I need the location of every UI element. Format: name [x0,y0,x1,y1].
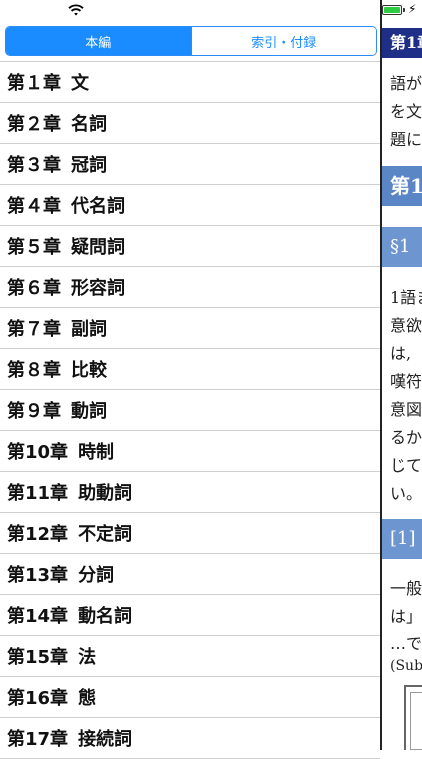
table-of-contents-pane: 本編 索引・付録 第１章文 第２章 名詞 第３章 冠詞 第４章 代名詞 第５章 疑問詞 … [0,20,380,759]
section-heading-band: §1 [382,227,422,267]
chapter-number: 第15章 [7,647,69,668]
paragraph-line: 嘆符 [390,372,422,391]
tab-index-appendix[interactable]: 索引・付録 [190,27,376,55]
chapter-item[interactable]: 第４章 代名詞 [0,185,380,226]
chapter-title: 副詞 [71,319,107,340]
chapter-number: 第４章 [7,196,61,217]
chapter-item[interactable]: 第10章 時制 [0,431,380,472]
paragraph-line: 意図 [390,400,422,419]
chapter-item[interactable]: 第５章 疑問詞 [0,226,380,267]
chapter-title: 代名詞 [71,196,125,217]
chapter-item[interactable]: 第１章文 [0,62,380,103]
paragraph-line: 1語ま [390,288,422,307]
chapter-number: 第14章 [7,606,69,627]
battery-icon [382,5,406,15]
chapter-title: 分詞 [78,565,115,586]
paragraph-line: い。 [390,484,422,503]
chapter-title: 文 [71,73,89,94]
chapter-number: 第３章 [7,155,61,176]
chapter-item[interactable]: 第８章 比較 [0,349,380,390]
chapter-item[interactable]: 第12章 不定詞 [0,513,380,554]
subsection-line: は」 [390,607,422,626]
chapter-number: 第７章 [7,319,61,340]
chapter-item[interactable]: 第２章 名詞 [0,103,380,144]
content-header: 第1章 [382,28,422,58]
intro-line: を文 [390,102,422,121]
chapter-item[interactable]: 第６章 形容詞 [0,267,380,308]
paragraph-line: るか [390,428,422,447]
chapter-title: 法 [78,647,97,668]
chapter-number: 第６章 [7,278,61,299]
chapter-number: 第９章 [7,401,61,422]
paragraph-line: 意欲 [390,316,422,335]
chapter-title: 形容詞 [71,278,125,299]
chapter-title: 名詞 [71,114,107,135]
chapter-title: 助動詞 [78,483,133,504]
chapter-title: 接続詞 [78,729,133,750]
chapter-item[interactable]: 第７章 副詞 [0,308,380,349]
chapter-number: 第５章 [7,237,61,258]
chapter-title: 時制 [78,442,115,463]
subsection-line: …で [390,634,422,653]
chapter-title: 不定詞 [78,524,133,545]
intro-line: 語が [390,74,422,93]
chapter-item[interactable]: 第14章 動名詞 [0,595,380,636]
chapter-item[interactable]: 第13章 分詞 [0,554,380,595]
subsection-line: 一般 [390,579,422,598]
diagram-inner-frame [410,692,422,750]
charging-icon: ⚡ [408,2,417,16]
chapter-number: 第８章 [7,360,61,381]
chapter-item[interactable]: 第11章 助動詞 [0,472,380,513]
chapter-title: 比較 [71,360,107,381]
chapter-item[interactable]: 第17章 接続詞 [0,718,380,759]
chapter-number: 第17章 [7,729,69,750]
section-segmented-control: 本編 索引・付録 [5,26,377,56]
chapter-item[interactable]: 第３章 冠詞 [0,144,380,185]
status-bar: ⚡ [0,0,422,20]
chapter-title: 動詞 [71,401,107,422]
chapter-number: 第２章 [7,114,61,135]
subsection-line: (Sub [390,658,422,674]
wifi-icon [68,4,84,16]
chapter-item[interactable]: 第９章 動詞 [0,390,380,431]
chapter-number: 第１章 [7,73,61,94]
content-pane: 第1章 語が を文 題に 第1 §1 1語ま 意欲 は, 嘆符 意図 るか じて… [382,20,422,750]
intro-line: 題に [390,130,422,149]
chapter-title: 冠詞 [71,155,107,176]
tab-main[interactable]: 本編 [6,27,191,55]
paragraph-line: は, [390,344,412,363]
chapter-list: 第１章文 第２章 名詞 第３章 冠詞 第４章 代名詞 第５章 疑問詞 第６章 形容詞 第７… [0,61,380,759]
chapter-number: 第12章 [7,524,69,545]
chapter-title: 疑問詞 [71,237,125,258]
chapter-number: 第10章 [7,442,69,463]
chapter-title: 態 [78,688,97,709]
chapter-item[interactable]: 第15章法 [0,636,380,677]
chapter-number: 第16章 [7,688,69,709]
subsection-heading-band: [1] [382,519,422,559]
chapter-number: 第13章 [7,565,69,586]
chapter-number: 第11章 [7,483,69,504]
chapter-title: 動名詞 [78,606,133,627]
chapter-item[interactable]: 第16章態 [0,677,380,718]
chapter-heading-band: 第1 [382,166,422,206]
paragraph-line: じて [390,456,422,475]
